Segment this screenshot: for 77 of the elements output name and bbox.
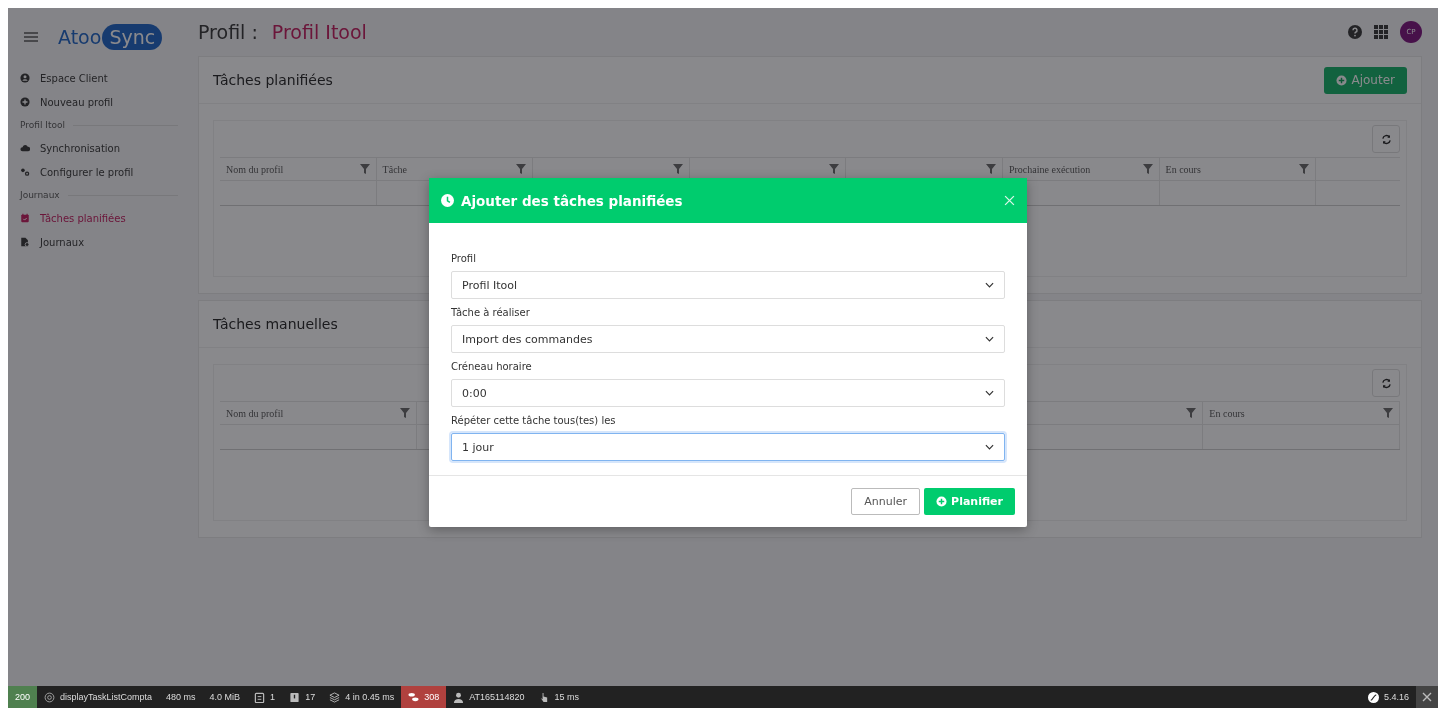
cancel-button[interactable]: Annuler: [851, 488, 921, 515]
plus-icon: [936, 496, 948, 507]
select-field[interactable]: Profil Itool: [451, 271, 1005, 299]
status-item[interactable]: 480 ms: [166, 692, 196, 702]
refresh-button[interactable]: [1372, 369, 1400, 397]
column-header[interactable]: Nom du profil: [226, 407, 284, 419]
sidebar-item[interactable]: Journaux: [18, 230, 188, 254]
filter-icon[interactable]: [399, 408, 410, 418]
status-item[interactable]: 4.0 MiB: [209, 692, 241, 702]
panel-title: Tâches manuelles: [213, 316, 338, 332]
section-heading: Profil Itool: [20, 120, 65, 130]
sidebar-item[interactable]: Configurer le profil: [18, 160, 188, 184]
sidebar-item[interactable]: Tâches planifiées: [18, 206, 188, 230]
sidebar-item[interactable]: Nouveau profil: [18, 90, 188, 114]
sidebar-item[interactable]: Synchronisation: [18, 136, 188, 160]
status-code[interactable]: 200: [8, 686, 38, 708]
status-item[interactable]: AT165114820: [469, 692, 525, 702]
column-header[interactable]: En cours: [1209, 407, 1245, 419]
field-label: Répéter cette tâche tous(tes) les: [451, 413, 617, 428]
status-item[interactable]: 15 ms: [554, 692, 579, 702]
clipboard-icon: [254, 691, 266, 703]
status-item[interactable]: 1: [270, 692, 276, 702]
clock-icon: [441, 194, 454, 207]
column-header[interactable]: Prochaine exécution: [1008, 163, 1091, 175]
chevron-down-icon: [985, 390, 994, 396]
status-item[interactable]: 4 in 0.45 ms: [345, 692, 395, 702]
filter-icon[interactable]: [672, 164, 683, 174]
chevron-down-icon: [985, 336, 994, 342]
select-field[interactable]: Import des commandes: [451, 325, 1005, 353]
filter-icon[interactable]: [829, 164, 840, 174]
database-icon: [408, 691, 420, 703]
apps-grid-icon[interactable]: [1374, 25, 1388, 39]
filter-icon[interactable]: [1142, 164, 1153, 174]
filter-icon[interactable]: [985, 164, 996, 174]
log-icon: [289, 691, 301, 703]
refresh-icon: [1380, 133, 1392, 145]
queries-indicator[interactable]: 308: [401, 686, 447, 708]
calendar-icon: [20, 213, 30, 223]
user-icon: [20, 73, 30, 83]
filter-icon[interactable]: [1186, 408, 1197, 418]
at-icon: [44, 691, 56, 703]
column-header[interactable]: Tâche: [382, 163, 408, 175]
layers-icon: [329, 691, 341, 703]
page-title-label: Profil :: [198, 21, 258, 43]
person-icon: [453, 691, 465, 703]
plus-icon: [20, 97, 30, 107]
refresh-icon: [1380, 377, 1392, 389]
field-label: Profil: [451, 251, 477, 266]
cloud-icon: [20, 143, 30, 153]
version-label[interactable]: 5.4.16: [1383, 692, 1409, 702]
framework-logo-icon: [1367, 691, 1379, 703]
menu-icon[interactable]: [24, 32, 38, 42]
close-icon[interactable]: [1416, 686, 1438, 708]
column-header[interactable]: Nom du profil: [226, 163, 284, 175]
column-header[interactable]: En cours: [1165, 163, 1201, 175]
chevron-down-icon: [985, 444, 994, 450]
filter-icon[interactable]: [516, 164, 527, 174]
field-label: Créneau horaire: [451, 359, 533, 374]
status-item[interactable]: 17: [305, 692, 316, 702]
select-field[interactable]: 0:00: [451, 379, 1005, 407]
help-icon[interactable]: [1348, 25, 1362, 39]
filter-icon[interactable]: [1383, 408, 1394, 418]
section-heading: Journaux: [20, 190, 60, 200]
field-label: Tâche à réaliser: [451, 305, 531, 320]
sidebar-item[interactable]: Espace Client: [18, 66, 188, 90]
gears-icon: [20, 167, 30, 177]
select-field[interactable]: 1 jour: [451, 433, 1005, 461]
chevron-down-icon: [985, 282, 994, 288]
plus-icon: [1336, 74, 1348, 86]
status-item[interactable]: displayTaskListCompta: [60, 692, 153, 702]
profile-name: Profil Itool: [271, 21, 367, 43]
filter-icon[interactable]: [359, 164, 370, 174]
panel-title: Tâches planifiées: [213, 72, 333, 88]
file-icon: [20, 237, 30, 247]
filter-icon[interactable]: [1299, 164, 1310, 174]
refresh-button[interactable]: [1372, 125, 1400, 153]
modal-title: Ajouter des tâches planifiées: [461, 192, 684, 209]
